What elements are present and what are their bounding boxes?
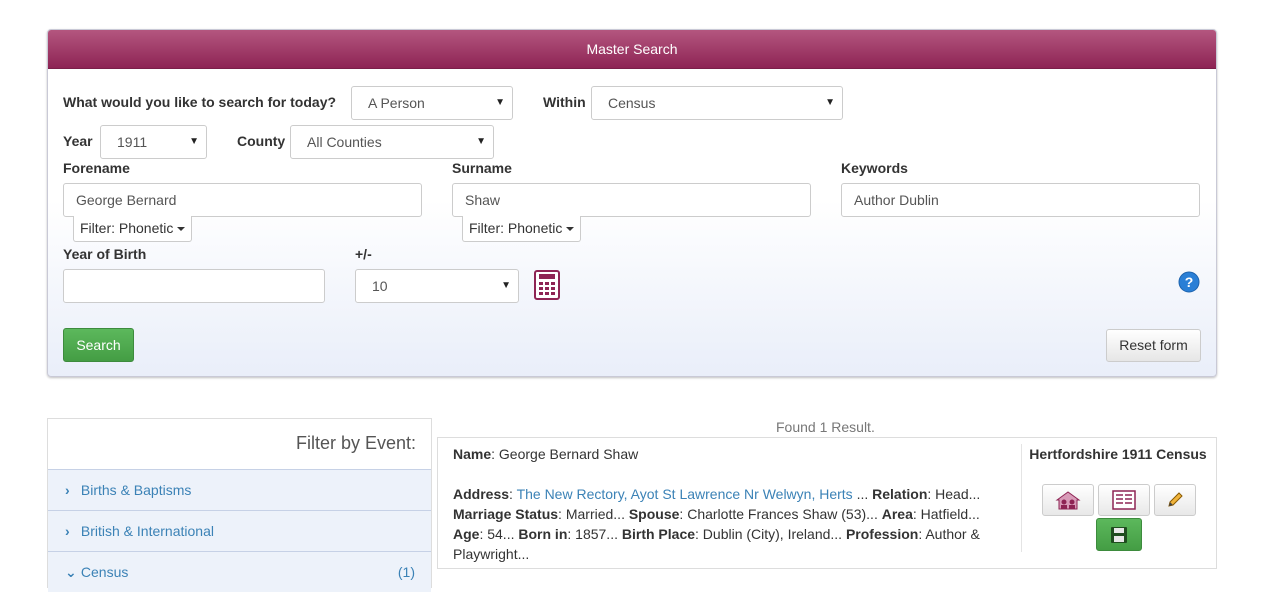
within-select[interactable]: Census ▼ [591,86,843,120]
year-label: Year [63,133,93,149]
reset-form-button[interactable]: Reset form [1106,329,1201,362]
chevron-down-icon: ⌄ [65,564,77,580]
result-name-line: Name: George Bernard Shaw [453,446,639,462]
county-label: County [237,133,286,149]
household-icon [1055,491,1081,510]
result-address-line: Address: The New Rectory, Ayot St Lawren… [453,486,981,502]
field-label: Address [453,486,510,502]
person-name: George Bernard Shaw [498,446,639,462]
caret-down-icon [566,227,575,232]
year-value: 1911 [117,134,148,150]
calculator-icon[interactable] [534,270,560,300]
marriage-value: Married... [565,506,625,522]
forename-filter-label: Filter: Phonetic [80,220,174,236]
keywords-label: Keywords [841,160,908,176]
field-label: Spouse [628,506,680,522]
event-label: British & International [80,523,214,539]
county-select[interactable]: All Counties ▼ [290,125,494,159]
dropdown-arrow-icon: ▼ [495,97,505,108]
field-label: Relation [872,486,928,502]
field-label: Area [881,506,913,522]
result-card: Name: George Bernard Shaw Address: The N… [437,437,1217,569]
dropdown-arrow-icon: ▼ [476,136,486,147]
field-label: Marriage Status [453,506,559,522]
dropdown-arrow-icon: ▼ [501,280,511,291]
year-of-birth-input[interactable] [63,269,325,303]
svg-text:?: ? [1185,274,1194,290]
address-link[interactable]: The New Rectory, Ayot St Lawrence Nr Wel… [517,486,853,502]
year-of-birth-label: Year of Birth [63,246,147,262]
chevron-right-icon: › [65,523,70,539]
field-label: Age [453,526,480,542]
result-age-line: Age: 54... Born in: 1857... Birth Place:… [453,526,980,542]
age-value: 54... [487,526,515,542]
edit-button[interactable] [1154,484,1196,516]
transcript-button[interactable] [1098,484,1150,516]
field-label: Born in [518,526,568,542]
surname-filter-label: Filter: Phonetic [469,220,563,236]
save-icon [1111,526,1127,543]
census-title: Hertfordshire 1911 Census [1029,446,1207,462]
results-count: Found 1 Result. [776,419,875,435]
search-question-label: What would you like to search for today? [63,94,337,110]
result-marriage-line: Marriage Status: Married... Spouse: Char… [453,506,980,522]
chevron-right-icon: › [65,482,70,498]
dropdown-arrow-icon: ▼ [189,136,199,147]
panel-title: Master Search [48,30,1216,69]
dropdown-arrow-icon: ▼ [825,97,835,108]
within-label: Within [543,94,586,110]
search-for-select[interactable]: A Person ▼ [351,86,513,120]
surname-filter-dropdown[interactable]: Filter: Phonetic [462,216,582,242]
search-for-value: A Person [368,95,425,111]
event-label: Births & Baptisms [80,482,192,498]
keywords-input[interactable]: Author Dublin [841,183,1200,217]
profession-continuation: Playwright... [453,546,530,562]
relation-value: Head... [935,486,981,502]
filter-by-event-panel: Filter by Event: › Births & Baptisms › B… [47,418,432,592]
result-divider [1021,444,1022,552]
edit-icon [1168,492,1183,507]
profession-value: Author & [925,526,980,542]
surname-input[interactable]: Shaw [452,183,811,217]
search-button[interactable]: Search [63,328,134,362]
range-label: +/- [355,246,372,262]
range-value: 10 [372,278,388,294]
event-label: Census [80,564,129,580]
surname-label: Surname [452,160,512,176]
event-item-british-international[interactable]: › British & International [48,510,431,551]
forename-label: Forename [63,160,130,176]
field-label: Birth Place [621,526,696,542]
field-label: Name [453,446,492,462]
area-value: Hatfield... [920,506,980,522]
forename-filter-dropdown[interactable]: Filter: Phonetic [73,216,193,242]
master-search-panel: Master Search What would you like to sea… [47,29,1217,377]
filter-title: Filter by Event: [295,433,416,453]
event-item-census[interactable]: ⌄ Census (1) [48,551,431,592]
birthplace-value: Dublin (City), Ireland... [702,526,843,542]
spouse-value: Charlotte Frances Shaw (53)... [687,506,878,522]
caret-down-icon [177,227,186,232]
household-button[interactable] [1042,484,1094,516]
born-value: 1857... [575,526,618,542]
year-select[interactable]: 1911 ▼ [100,125,207,159]
forename-input[interactable]: George Bernard [63,183,422,217]
event-count: (1) [397,564,415,580]
county-value: All Counties [307,134,382,150]
transcript-icon [1112,490,1136,510]
event-item-births-baptisms[interactable]: › Births & Baptisms [48,469,431,510]
save-button[interactable] [1096,518,1142,551]
help-icon[interactable]: ? [1178,271,1200,293]
field-label: Profession [845,526,919,542]
range-select[interactable]: 10 ▼ [355,269,519,303]
within-value: Census [608,95,656,111]
